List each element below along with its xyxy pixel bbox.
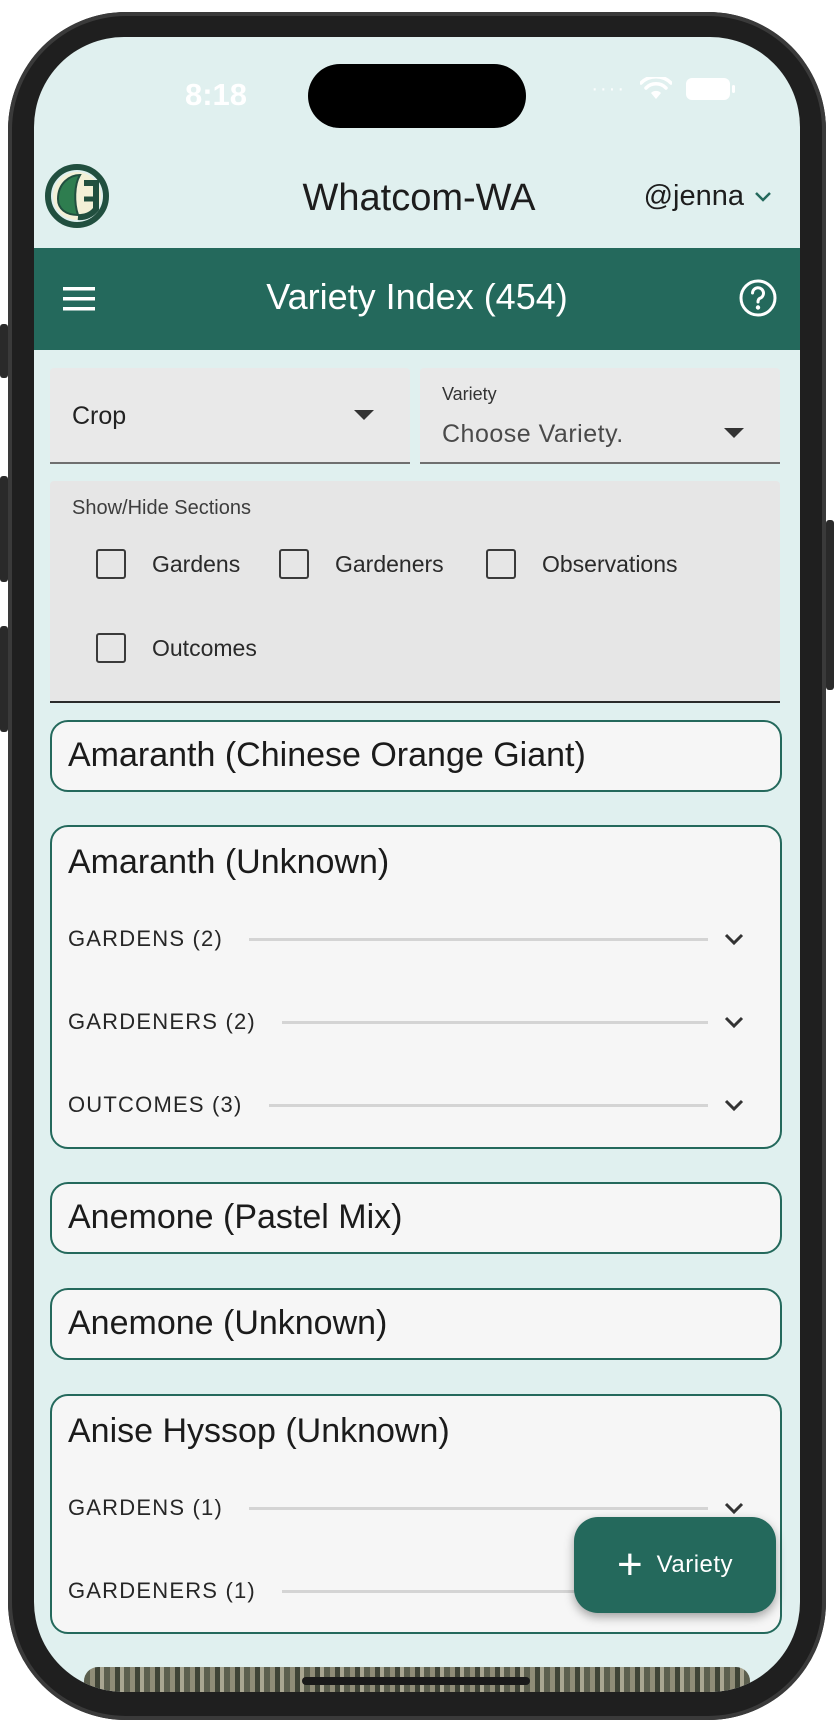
app-screen: 8:18 ···· Whatcom-WA @jenna Variety Inde… xyxy=(34,37,800,1692)
divider xyxy=(249,937,708,941)
checkbox-gardeners[interactable]: Gardeners xyxy=(279,549,444,579)
section-label: GARDENS (1) xyxy=(68,1495,223,1520)
battery-icon xyxy=(686,78,735,100)
divider xyxy=(249,1506,708,1510)
checkbox-label: Outcomes xyxy=(152,634,257,661)
side-button xyxy=(826,520,834,690)
chevron-down-icon xyxy=(755,191,771,202)
variety-card-title: Anemone (Pastel Mix) xyxy=(68,1198,403,1236)
user-handle: @jenna xyxy=(643,180,744,212)
help-icon[interactable] xyxy=(738,278,778,318)
checkbox[interactable] xyxy=(96,633,126,663)
checkbox-outcomes[interactable]: Outcomes xyxy=(96,633,257,663)
variety-card-title: Anemone (Unknown) xyxy=(68,1304,388,1342)
show-hide-sections-label: Show/Hide Sections xyxy=(72,497,251,519)
section-label: GARDENERS (1) xyxy=(68,1578,256,1603)
variety-card[interactable]: Anemone (Unknown) xyxy=(50,1288,782,1360)
checkbox[interactable] xyxy=(279,549,309,579)
section-label: GARDENERS (2) xyxy=(68,1009,256,1034)
variety-select-placeholder: Choose Variety. xyxy=(442,420,624,448)
variety-card-title: Amaranth (Chinese Orange Giant) xyxy=(68,736,586,774)
region-title: Whatcom-WA xyxy=(302,177,536,219)
section-label: GARDENS (2) xyxy=(68,926,223,951)
page-title: Variety Index (454) xyxy=(266,276,568,317)
checkbox-label: Gardens xyxy=(152,550,241,577)
variety-card-title: Amaranth (Unknown) xyxy=(68,843,390,881)
status-icons: ···· xyxy=(591,77,735,101)
side-button xyxy=(0,626,8,732)
variety-card[interactable]: Amaranth (Unknown) GARDENS (2) GARDENERS… xyxy=(50,825,782,1149)
wifi-icon xyxy=(640,77,672,99)
home-indicator xyxy=(302,1677,530,1685)
logo-icon[interactable] xyxy=(44,163,110,229)
toolbar: Variety Index (454) xyxy=(34,248,800,350)
section-gardens[interactable]: GARDENS (2) xyxy=(68,919,764,959)
divider xyxy=(268,1103,708,1107)
signal-icon: ···· xyxy=(591,77,626,100)
variety-card[interactable]: Anemone (Pastel Mix) xyxy=(50,1182,782,1254)
checkbox[interactable] xyxy=(96,549,126,579)
checkbox-label: Observations xyxy=(542,550,678,577)
show-hide-sections: Show/Hide Sections Gardens Gardeners Obs… xyxy=(50,481,780,703)
section-gardeners[interactable]: GARDENERS (2) xyxy=(68,1002,764,1042)
checkbox-observations[interactable]: Observations xyxy=(486,549,678,579)
status-time: 8:18 xyxy=(184,77,248,112)
chevron-down-icon[interactable] xyxy=(722,1093,746,1117)
crop-select[interactable]: Crop xyxy=(50,368,410,464)
crop-select-value: Crop xyxy=(72,402,127,430)
checkbox-label: Gardeners xyxy=(335,550,444,577)
add-variety-label: Variety xyxy=(656,1551,734,1578)
variety-select-label: Variety xyxy=(442,384,497,404)
divider xyxy=(281,1020,708,1024)
variety-card-title: Anise Hyssop (Unknown) xyxy=(68,1412,450,1450)
dropdown-caret-icon xyxy=(354,410,374,420)
side-button xyxy=(0,476,8,582)
variety-select[interactable]: Variety Choose Variety. xyxy=(420,368,780,464)
section-label: OUTCOMES (3) xyxy=(68,1092,243,1117)
plus-icon: + xyxy=(616,1540,643,1589)
dynamic-island xyxy=(308,64,526,128)
chevron-down-icon[interactable] xyxy=(722,927,746,951)
dropdown-caret-icon xyxy=(724,428,744,438)
menu-icon[interactable] xyxy=(62,282,96,316)
section-outcomes[interactable]: OUTCOMES (3) xyxy=(68,1085,764,1125)
side-button xyxy=(0,324,8,378)
variety-card[interactable]: Amaranth (Chinese Orange Giant) xyxy=(50,720,782,792)
add-variety-button[interactable]: + Variety xyxy=(574,1517,776,1613)
checkbox-gardens[interactable]: Gardens xyxy=(96,549,240,579)
user-menu[interactable]: @jenna xyxy=(644,180,772,213)
checkbox[interactable] xyxy=(486,549,516,579)
chevron-down-icon[interactable] xyxy=(722,1010,746,1034)
